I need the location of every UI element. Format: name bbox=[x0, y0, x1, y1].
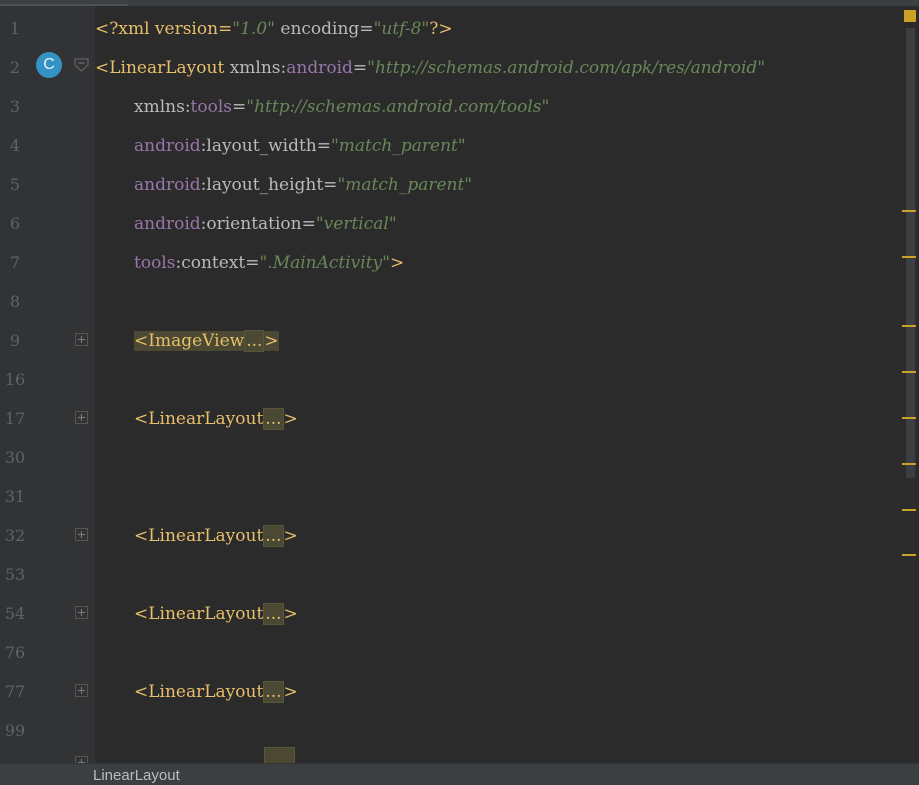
warning-marker[interactable] bbox=[902, 509, 916, 511]
fold-expand-icon[interactable] bbox=[75, 756, 88, 766]
code-line-3[interactable]: xmlns:tools="http://schemas.android.com/… bbox=[134, 95, 549, 119]
folded-placeholder[interactable]: ... bbox=[263, 525, 284, 547]
warning-marker[interactable] bbox=[902, 554, 916, 556]
warning-marker[interactable] bbox=[902, 417, 916, 419]
line-number: 5 bbox=[9, 175, 21, 194]
code-line-17-linearlayout[interactable]: <LinearLayout... > bbox=[134, 407, 298, 431]
class-badge-icon[interactable]: C bbox=[36, 52, 62, 78]
code-editor[interactable]: <?xml version="1.0" encoding="utf-8"?> <… bbox=[95, 6, 897, 764]
warning-marker[interactable] bbox=[902, 325, 916, 327]
warning-status-icon[interactable] bbox=[904, 10, 916, 22]
line-number: 54 bbox=[4, 604, 26, 623]
folded-placeholder[interactable]: ... bbox=[244, 330, 265, 352]
code-line-9-imageview[interactable]: <ImageView... > bbox=[134, 329, 279, 353]
line-number: 6 bbox=[9, 214, 21, 233]
code-line-1[interactable]: <?xml version="1.0" encoding="utf-8"?> bbox=[95, 17, 453, 41]
warning-marker[interactable] bbox=[902, 256, 916, 258]
code-line-2[interactable]: <LinearLayout xmlns:android="http://sche… bbox=[95, 56, 765, 80]
folded-placeholder[interactable]: ... bbox=[263, 408, 284, 430]
line-number: 4 bbox=[9, 136, 21, 155]
code-line-4[interactable]: android:layout_width="match_parent" bbox=[134, 134, 466, 158]
fold-expand-icon[interactable] bbox=[75, 606, 88, 619]
code-line-77-linearlayout[interactable]: <LinearLayout... > bbox=[134, 680, 298, 704]
code-line-7[interactable]: tools:context=".MainActivity"> bbox=[134, 251, 404, 275]
fold-expand-icon[interactable] bbox=[75, 684, 88, 697]
imageview-highlight: <ImageView... > bbox=[134, 330, 279, 352]
line-number: 1 bbox=[9, 19, 21, 38]
fold-expand-icon[interactable] bbox=[75, 528, 88, 541]
code-line-5[interactable]: android:layout_height="match_parent" bbox=[134, 173, 472, 197]
warning-marker[interactable] bbox=[902, 210, 916, 212]
vertical-scrollbar[interactable] bbox=[897, 6, 919, 763]
line-number: 2 bbox=[9, 58, 21, 77]
line-number: 3 bbox=[9, 97, 21, 116]
code-line-32-linearlayout[interactable]: <LinearLayout... > bbox=[134, 524, 298, 548]
fold-collapse-icon[interactable] bbox=[74, 58, 89, 72]
line-number: 17 bbox=[4, 409, 26, 428]
folded-placeholder[interactable]: ... bbox=[263, 603, 284, 625]
warning-marker[interactable] bbox=[902, 371, 916, 373]
line-number: 31 bbox=[4, 487, 26, 506]
line-number: 32 bbox=[4, 526, 26, 545]
code-line-54-linearlayout[interactable]: <LinearLayout... > bbox=[134, 602, 298, 626]
line-number: 53 bbox=[4, 565, 26, 584]
line-number: 7 bbox=[9, 253, 21, 272]
line-number: 77 bbox=[4, 682, 26, 701]
fold-expand-icon[interactable] bbox=[75, 411, 88, 424]
line-number: 30 bbox=[4, 448, 26, 467]
breadcrumb-item[interactable]: LinearLayout bbox=[93, 767, 180, 784]
editor-gutter[interactable]: 1 2 3 4 5 6 7 8 9 16 17 30 31 32 53 54 7… bbox=[0, 6, 95, 766]
folded-placeholder-partial[interactable] bbox=[264, 747, 295, 764]
folded-placeholder[interactable]: ... bbox=[263, 681, 284, 703]
breadcrumb-bar: LinearLayout bbox=[0, 763, 919, 785]
line-number: 76 bbox=[4, 643, 26, 662]
code-line-6[interactable]: android:orientation="vertical" bbox=[134, 212, 397, 236]
fold-expand-icon[interactable] bbox=[75, 333, 88, 346]
warning-marker[interactable] bbox=[902, 463, 916, 465]
line-number: 8 bbox=[9, 292, 21, 311]
line-number: 16 bbox=[4, 370, 26, 389]
line-number: 99 bbox=[4, 721, 26, 740]
scroll-thumb[interactable] bbox=[906, 28, 915, 478]
line-number: 9 bbox=[9, 331, 21, 350]
